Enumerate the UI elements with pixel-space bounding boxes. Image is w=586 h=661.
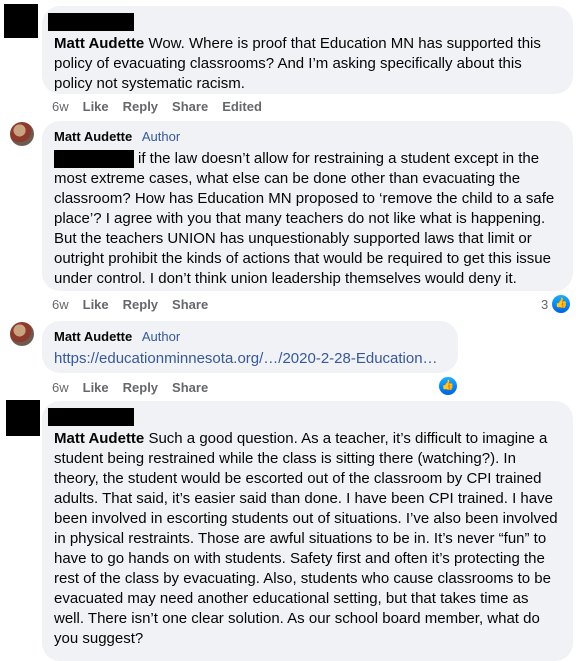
reaction-summary[interactable]: 3 👍 bbox=[541, 295, 571, 313]
avatar-redacted[interactable] bbox=[4, 4, 38, 38]
like-icon: 👍 bbox=[439, 377, 457, 395]
redacted-mention bbox=[54, 150, 134, 168]
share-button[interactable]: Share bbox=[172, 297, 208, 312]
comment-time[interactable]: 6w bbox=[52, 297, 69, 312]
edited-label[interactable]: Edited bbox=[222, 99, 262, 114]
reaction-count: 3 bbox=[541, 296, 549, 312]
author-badge: Author bbox=[141, 129, 181, 144]
comment-link[interactable]: https://educationminnesota.org/…/2020-2-… bbox=[54, 349, 446, 369]
comment-body: Matt Audette Wow. Where is proof that Ed… bbox=[54, 34, 561, 94]
like-button[interactable]: Like bbox=[83, 380, 109, 395]
avatar-redacted[interactable] bbox=[6, 400, 40, 436]
comment-actions: 6w Like Reply Share bbox=[52, 297, 208, 312]
comment-bubble: Matt Audette Such a good question. As a … bbox=[42, 401, 573, 661]
comment-author[interactable]: Matt Audette bbox=[54, 329, 132, 344]
redacted-commenter-name bbox=[48, 408, 134, 426]
comment-bubble: Matt Audette Author https://educationmin… bbox=[42, 321, 458, 373]
comment-actions: 6w Like Reply Share Edited bbox=[52, 99, 262, 114]
comment-author[interactable]: Matt Audette bbox=[54, 35, 144, 52]
comment-time[interactable]: 6w bbox=[52, 380, 69, 395]
avatar[interactable] bbox=[10, 322, 34, 346]
comment-bubble: Matt Audette Author if the law doesn’t a… bbox=[42, 121, 573, 291]
comment-text: Such a good question. As a teacher, it’s… bbox=[54, 430, 558, 647]
reply-button[interactable]: Reply bbox=[123, 297, 158, 312]
reaction-summary[interactable]: 👍 bbox=[439, 377, 457, 395]
comment-bubble: Matt Audette Wow. Where is proof that Ed… bbox=[42, 6, 573, 94]
comment-author[interactable]: Matt Audette bbox=[54, 430, 144, 447]
comment-body: Matt Audette Such a good question. As a … bbox=[54, 429, 561, 649]
share-button[interactable]: Share bbox=[172, 99, 208, 114]
comment-body: if the law doesn’t allow for restraining… bbox=[54, 149, 561, 289]
comment-header: Matt Audette Author bbox=[54, 129, 561, 145]
like-button[interactable]: Like bbox=[83, 99, 109, 114]
author-badge: Author bbox=[141, 329, 181, 344]
share-button[interactable]: Share bbox=[172, 380, 208, 395]
like-icon: 👍 bbox=[552, 295, 571, 313]
reply-button[interactable]: Reply bbox=[123, 380, 158, 395]
comment-actions: 6w Like Reply Share bbox=[52, 380, 208, 395]
redacted-commenter-name bbox=[48, 13, 134, 31]
reply-button[interactable]: Reply bbox=[123, 99, 158, 114]
comment-author[interactable]: Matt Audette bbox=[54, 129, 132, 144]
avatar[interactable] bbox=[10, 122, 34, 146]
comment-text: if the law doesn’t allow for restraining… bbox=[54, 150, 555, 287]
comment-header: Matt Audette Author bbox=[54, 329, 446, 345]
comment-time[interactable]: 6w bbox=[52, 99, 69, 114]
like-button[interactable]: Like bbox=[83, 297, 109, 312]
